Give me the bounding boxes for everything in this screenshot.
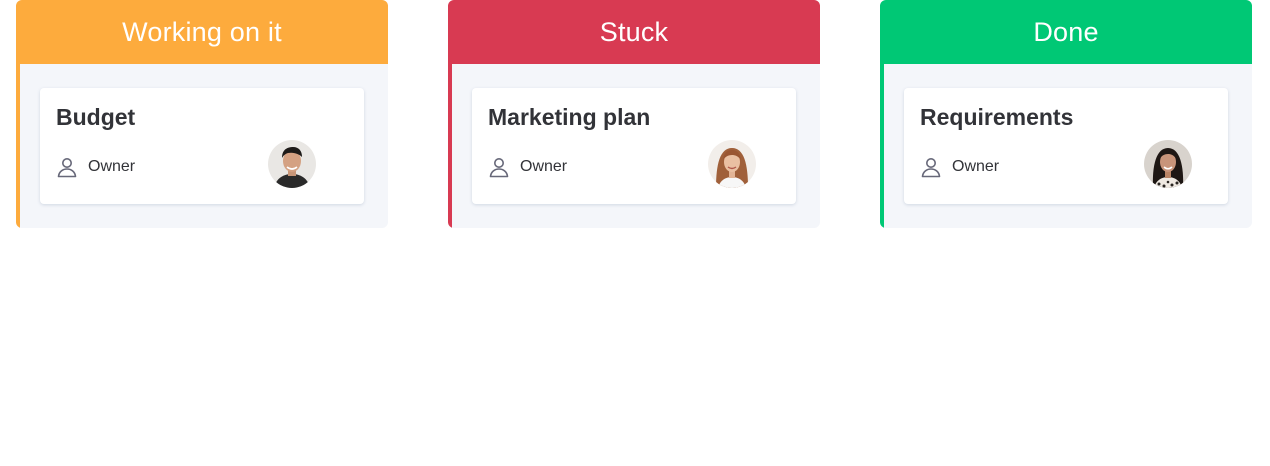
column-accent-bar — [880, 64, 884, 228]
column-header-working-on-it[interactable]: Working on it — [16, 0, 388, 64]
item-card-budget[interactable]: Budget Owner — [40, 88, 364, 204]
person-icon — [920, 156, 942, 178]
person-icon — [56, 156, 78, 178]
owner-label: Owner — [952, 158, 1000, 175]
owner-avatar[interactable] — [268, 140, 316, 188]
owner-label: Owner — [520, 158, 568, 175]
owner-label: Owner — [88, 158, 136, 175]
status-board: Working on it Budget Owner Stuck Marketi… — [16, 0, 1252, 228]
owner-row: Owner — [56, 156, 135, 178]
column-accent-bar — [16, 64, 20, 228]
column-header-done[interactable]: Done — [880, 0, 1252, 64]
owner-avatar[interactable] — [1144, 140, 1192, 188]
card-title: Requirements — [920, 104, 1074, 130]
status-column-done: Done Requirements Owner — [880, 0, 1252, 228]
column-accent-bar — [448, 64, 452, 228]
item-card-marketing-plan[interactable]: Marketing plan Owner — [472, 88, 796, 204]
person-icon — [488, 156, 510, 178]
status-column-stuck: Stuck Marketing plan Owner — [448, 0, 820, 228]
card-title: Budget — [56, 104, 136, 130]
status-column-working-on-it: Working on it Budget Owner — [16, 0, 388, 228]
column-header-stuck[interactable]: Stuck — [448, 0, 820, 64]
item-card-requirements[interactable]: Requirements Owner — [904, 88, 1228, 204]
owner-row: Owner — [488, 156, 567, 178]
card-title: Marketing plan — [488, 104, 651, 130]
owner-row: Owner — [920, 156, 999, 178]
owner-avatar[interactable] — [708, 140, 756, 188]
